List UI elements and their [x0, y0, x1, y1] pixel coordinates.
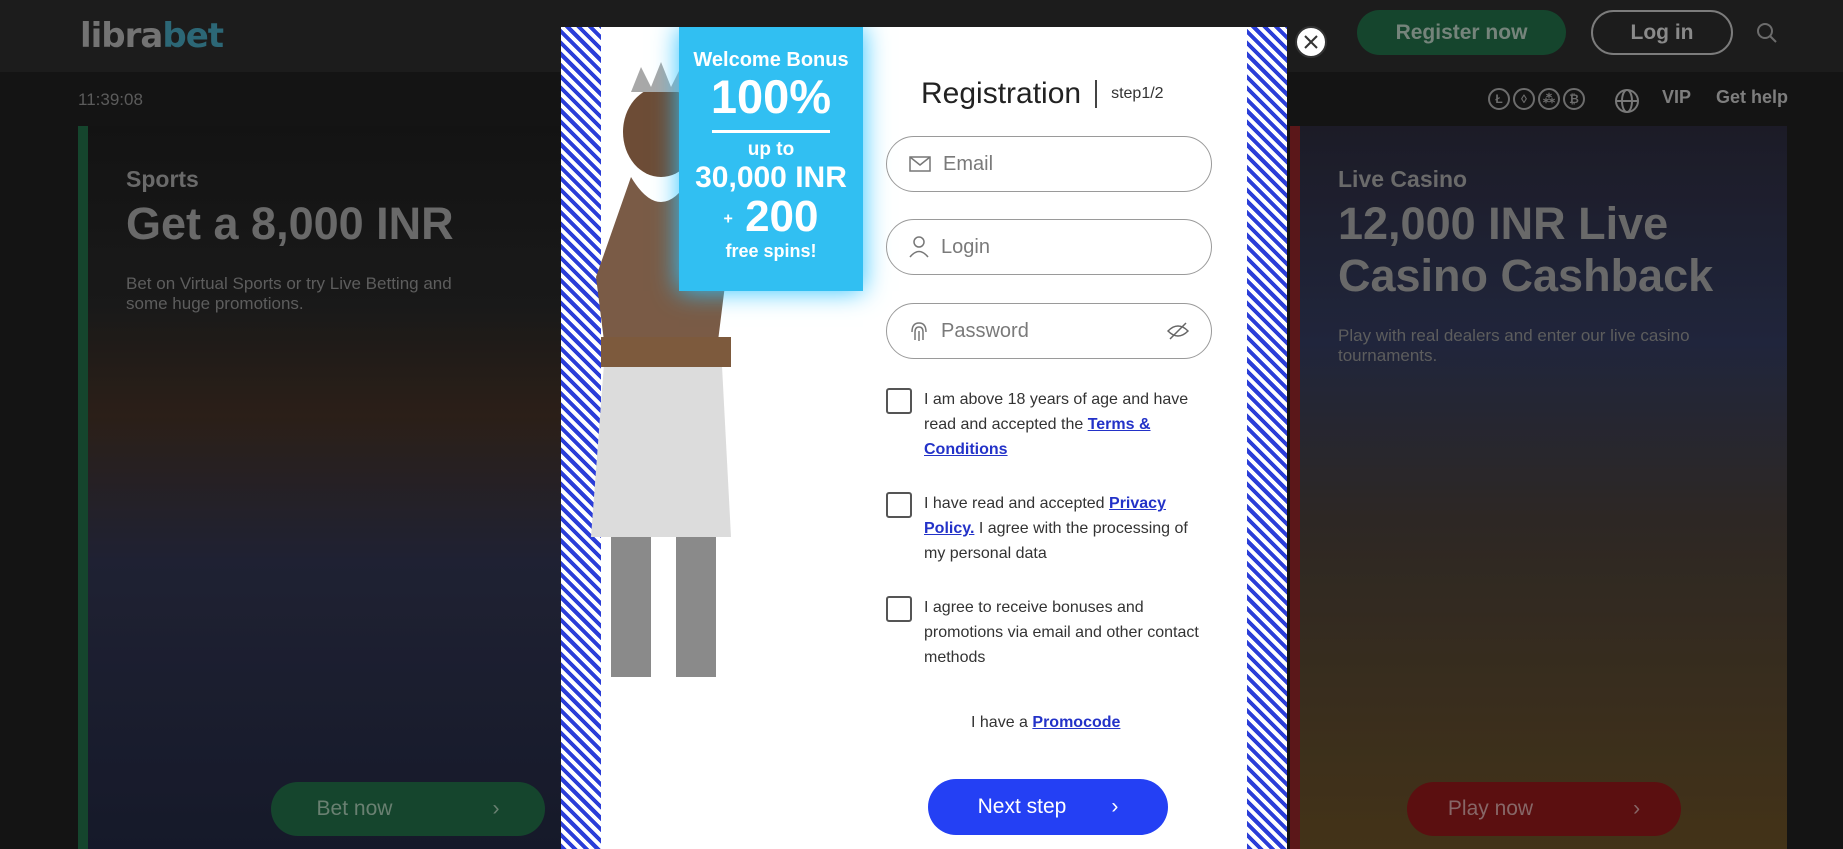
- greek-key-border-right: [1247, 27, 1287, 849]
- privacy-label: I have read and accepted Privacy Policy.…: [924, 491, 1212, 566]
- user-icon: [909, 236, 929, 258]
- privacy-text-start: I have read and accepted: [924, 495, 1105, 512]
- promotions-label: I agree to receive bonuses and promotion…: [924, 599, 1199, 666]
- bonus-amount: 30,000 INR: [695, 161, 847, 194]
- next-step-label: Next step: [977, 795, 1067, 818]
- promotions-consent: I agree to receive bonuses and promotion…: [886, 595, 1212, 670]
- bonus-spins-number: 200: [745, 192, 819, 241]
- registration-title: Registration: [921, 77, 1082, 110]
- age-terms-checkbox[interactable]: [886, 388, 912, 414]
- bonus-percent: 100%: [710, 70, 832, 123]
- bonus-up-to: up to: [747, 139, 795, 160]
- password-field[interactable]: [886, 303, 1212, 359]
- welcome-bonus-banner: Welcome Bonus 100% up to 30,000 INR + 20…: [679, 27, 863, 291]
- age-terms-label: I am above 18 years of age and have read…: [924, 387, 1212, 462]
- email-field[interactable]: [886, 136, 1212, 192]
- registration-header: Registration step1/2: [921, 77, 1164, 111]
- promotions-checkbox[interactable]: [886, 596, 912, 622]
- age-terms-consent: I am above 18 years of age and have read…: [886, 387, 1212, 462]
- chevron-right-icon: ›: [1111, 795, 1119, 818]
- privacy-checkbox[interactable]: [886, 492, 912, 518]
- promocode-link[interactable]: Promocode: [1032, 714, 1120, 731]
- close-modal-button[interactable]: [1295, 26, 1327, 58]
- hide-password-icon[interactable]: [1167, 321, 1189, 341]
- bonus-plus: +: [723, 210, 733, 228]
- promocode-prompt: I have a Promocode: [971, 714, 1120, 732]
- fingerprint-icon: [911, 322, 927, 341]
- close-icon: [1304, 35, 1318, 49]
- password-input[interactable]: [941, 319, 1161, 343]
- envelope-icon: [909, 156, 931, 172]
- title-divider: [1095, 80, 1098, 108]
- promocode-text: I have a: [971, 714, 1028, 731]
- bonus-divider: [712, 130, 830, 133]
- email-input[interactable]: [943, 152, 1163, 176]
- login-input[interactable]: [941, 235, 1161, 259]
- bonus-spins-count: + 200: [679, 195, 863, 241]
- step-indicator: step1/2: [1111, 85, 1164, 102]
- bonus-title: Welcome Bonus: [693, 49, 849, 71]
- login-field[interactable]: [886, 219, 1212, 275]
- next-step-button[interactable]: Next step ›: [928, 779, 1168, 835]
- page: librabet Register now Log in 11:39:08 Ł …: [0, 0, 1843, 849]
- registration-modal: Welcome Bonus 100% up to 30,000 INR + 20…: [561, 27, 1287, 849]
- privacy-consent: I have read and accepted Privacy Policy.…: [886, 491, 1212, 566]
- bonus-free-spins: free spins!: [725, 241, 817, 262]
